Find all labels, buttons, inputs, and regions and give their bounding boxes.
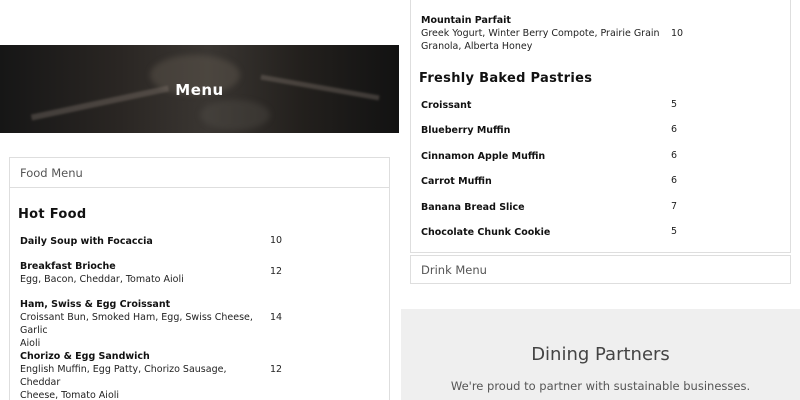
dining-partners-section: Dining Partners We're proud to partner w… xyxy=(401,309,800,400)
food-menu-panel-continued: Mountain Parfait Greek Yogurt, Winter Be… xyxy=(410,0,791,253)
item-price: 6 xyxy=(671,124,678,135)
hero-background-highlight xyxy=(200,100,270,130)
food-menu-tab[interactable]: Food Menu xyxy=(10,158,389,188)
item-name: Cinnamon Apple Muffin xyxy=(421,151,546,162)
item-price: 6 xyxy=(671,175,678,186)
item-name: Chorizo & Egg Sandwich xyxy=(20,351,150,362)
food-menu-panel: Food Menu Hot Food Daily Soup with Focac… xyxy=(9,157,390,400)
item-name: Daily Soup with Focaccia xyxy=(20,236,153,247)
item-price: 5 xyxy=(671,99,678,110)
item-price: 14 xyxy=(270,312,283,323)
item-name: Banana Bread Slice xyxy=(421,202,525,213)
hot-food-heading: Hot Food xyxy=(18,207,87,222)
item-price: 7 xyxy=(671,201,678,212)
item-description: Greek Yogurt, Winter Berry Compote, Prai… xyxy=(421,28,660,39)
item-description: Croissant Bun, Smoked Ham, Egg, Swiss Ch… xyxy=(20,312,253,336)
hero-title: Menu xyxy=(175,81,224,99)
item-price: 5 xyxy=(671,226,678,237)
item-name: Ham, Swiss & Egg Croissant xyxy=(20,299,171,310)
dining-partners-subtitle: We're proud to partner with sustainable … xyxy=(450,379,751,393)
menu-item: Mountain Parfait Greek Yogurt, Winter Be… xyxy=(421,14,666,53)
drink-menu-tab[interactable]: Drink Menu xyxy=(410,255,791,284)
item-name: Chocolate Chunk Cookie xyxy=(421,227,551,238)
item-name: Breakfast Brioche xyxy=(20,261,116,272)
item-description: Egg, Bacon, Cheddar, Tomato Aioli xyxy=(20,274,184,285)
item-price: 12 xyxy=(270,266,283,277)
menu-item: Breakfast Brioche Egg, Bacon, Cheddar, T… xyxy=(20,260,265,286)
dining-partners-title: Dining Partners xyxy=(531,344,670,365)
item-name: Croissant xyxy=(421,100,472,111)
item-description: Granola, Alberta Honey xyxy=(421,41,533,52)
item-price: 6 xyxy=(671,150,678,161)
item-description: English Muffin, Egg Patty, Chorizo Sausa… xyxy=(20,364,227,388)
menu-item: Ham, Swiss & Egg Croissant Croissant Bun… xyxy=(20,298,265,350)
hero-banner: Menu xyxy=(0,45,399,133)
pastries-heading: Freshly Baked Pastries xyxy=(419,71,593,86)
item-description: Cheese, Tomato Aioli xyxy=(20,390,120,400)
item-price: 10 xyxy=(270,235,283,246)
item-price: 12 xyxy=(270,364,283,375)
menu-item: Daily Soup with Focaccia xyxy=(20,235,153,248)
item-name: Blueberry Muffin xyxy=(421,125,511,136)
item-name: Mountain Parfait xyxy=(421,15,511,26)
item-price: 10 xyxy=(671,28,684,39)
menu-item: Chorizo & Egg Sandwich English Muffin, E… xyxy=(20,350,265,400)
item-description: Aioli xyxy=(20,338,41,349)
item-name: Carrot Muffin xyxy=(421,176,492,187)
